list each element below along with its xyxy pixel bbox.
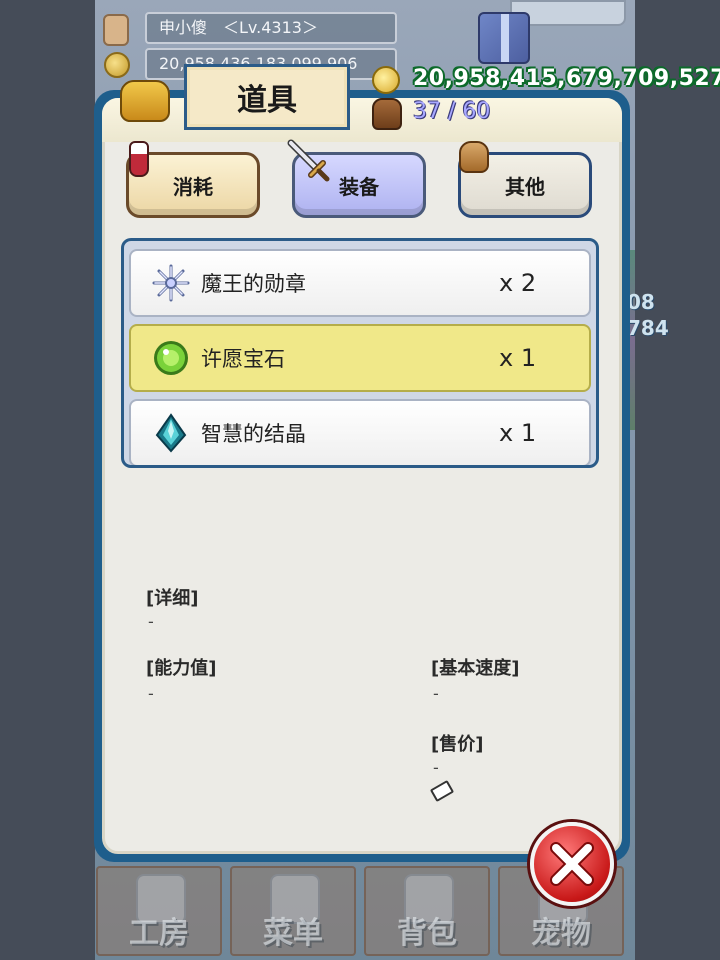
- sword-icon: [287, 139, 333, 185]
- nav-label: 背包: [397, 916, 457, 951]
- tab-label: 其他: [505, 174, 545, 199]
- green-gem-icon: [151, 338, 191, 378]
- list-item[interactable]: 智慧的结晶 x 1: [129, 399, 591, 465]
- close-icon: [550, 842, 594, 886]
- stats-value: -: [148, 684, 154, 703]
- item-name: 智慧的结晶: [201, 422, 306, 446]
- item-quantity: x 1: [499, 419, 537, 447]
- player-name-level: 申小傻 ＜Lv.4313＞: [145, 12, 397, 44]
- tab-label: 消耗: [173, 174, 213, 199]
- player-avatar: [103, 14, 129, 46]
- item-quantity: x 2: [499, 269, 537, 297]
- detail-label: [详细]: [146, 588, 199, 609]
- sack-icon: [459, 141, 489, 173]
- snowflake-medal-icon: [151, 263, 191, 303]
- list-item-selected[interactable]: 许愿宝石 x 1: [129, 324, 591, 392]
- side-number: 784: [627, 316, 669, 340]
- close-button[interactable]: [530, 822, 614, 906]
- pouch-icon: [120, 80, 170, 122]
- tab-label: 装备: [339, 174, 379, 199]
- stats-label: [能力值]: [146, 658, 217, 679]
- nav-backpack[interactable]: 背包: [364, 866, 490, 956]
- tab-consumable[interactable]: 消耗: [126, 141, 260, 218]
- bag-capacity: 37 / 60: [413, 99, 491, 124]
- nav-label: 菜单: [263, 916, 323, 951]
- item-quantity: x 1: [499, 344, 537, 372]
- gift-box-icon[interactable]: [478, 12, 530, 64]
- teal-crystal-icon: [151, 413, 191, 453]
- nav-menu[interactable]: 菜单: [230, 866, 356, 956]
- speed-value: -: [433, 684, 439, 703]
- item-name: 许愿宝石: [201, 347, 285, 371]
- panel-header-strip: [102, 98, 622, 142]
- item-name: 魔王的勋章: [201, 272, 306, 296]
- nav-workshop[interactable]: 工房: [96, 866, 222, 956]
- bag-icon: [372, 98, 402, 130]
- speed-label: [基本速度]: [431, 658, 520, 679]
- tab-other[interactable]: 其他: [458, 141, 592, 218]
- potion-icon: [129, 141, 149, 177]
- nav-label: 宠物: [531, 916, 591, 951]
- detail-value: -: [148, 612, 154, 631]
- gold-coin-icon: [372, 66, 400, 94]
- item-list[interactable]: 魔王的勋章 x 2 许愿宝石 x 1 智慧的结晶 x 1: [121, 238, 599, 468]
- price-label: [售价]: [431, 734, 484, 755]
- price-value: -: [433, 758, 439, 777]
- window-title: 道具: [184, 64, 350, 130]
- nav-label: 工房: [129, 916, 189, 951]
- tab-equipment[interactable]: 装备: [287, 139, 426, 218]
- gold-amount: 20,958,415,679,709,527: [413, 66, 720, 91]
- list-item[interactable]: 魔王的勋章 x 2: [129, 249, 591, 317]
- side-number: 08: [627, 290, 655, 314]
- coin-icon: [104, 52, 130, 78]
